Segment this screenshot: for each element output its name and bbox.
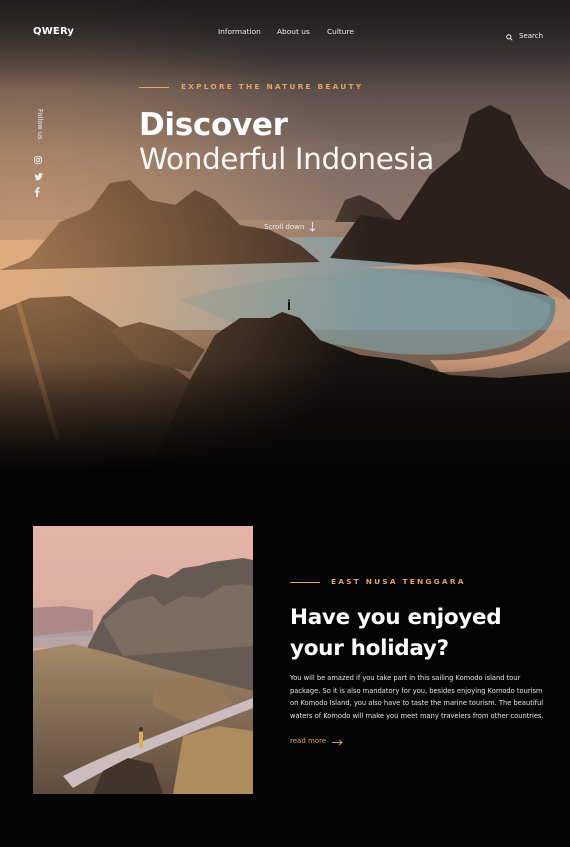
search-button[interactable]: Search (506, 26, 543, 45)
hero-subtitle: Wonderful Indonesia (139, 142, 434, 176)
photo-illustration (33, 526, 253, 794)
feature-section: EAST NUSA TENGGARA Have you enjoyed your… (0, 470, 570, 847)
feature-eyebrow-line (290, 582, 320, 583)
follow-us-label: Follow us (36, 109, 44, 140)
feature-eyebrow: EAST NUSA TENGGARA (331, 577, 466, 586)
search-icon (506, 26, 513, 45)
scroll-down-button[interactable]: Scroll down (264, 217, 316, 236)
top-nav: QWERy Information About us Culture Searc… (0, 0, 570, 64)
nav-link-culture[interactable]: Culture (327, 27, 354, 36)
arrow-down-icon (309, 217, 316, 236)
scroll-down-label: Scroll down (264, 222, 305, 231)
nav-link-information[interactable]: Information (218, 27, 261, 36)
arrow-right-icon (332, 731, 343, 750)
read-more-link[interactable]: read more (290, 731, 343, 750)
hero-eyebrow: EXPLORE THE NATURE BEAUTY (181, 82, 364, 91)
hero-eyebrow-line (139, 87, 169, 88)
read-more-label: read more (290, 736, 327, 745)
facebook-icon[interactable] (34, 182, 40, 201)
hero-title: Discover (139, 107, 288, 143)
search-label: Search (519, 31, 544, 40)
feature-title: Have you enjoyed your holiday? (290, 605, 502, 661)
komodo-island-photo (33, 526, 253, 794)
hero-section: QWERy Information About us Culture Searc… (0, 0, 570, 470)
nav-link-about-us[interactable]: About us (277, 27, 310, 36)
site-logo[interactable]: QWERy (33, 26, 74, 37)
feature-body: You will be amazed if you take part in t… (290, 674, 544, 720)
